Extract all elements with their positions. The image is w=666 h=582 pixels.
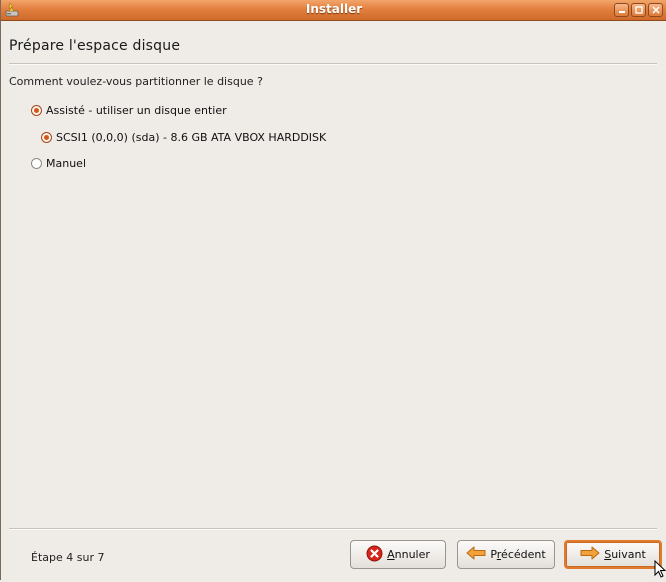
radio-indicator-checked[interactable]	[41, 132, 52, 143]
close-button[interactable]	[648, 3, 663, 17]
maximize-button[interactable]	[631, 3, 646, 17]
maximize-icon	[635, 6, 643, 14]
radio-assisted-label: Assisté - utiliser un disque entier	[46, 104, 227, 117]
cancel-label: Annuler	[387, 548, 430, 561]
minimize-icon	[619, 11, 625, 13]
installer-window: Installer Prépare l'espace disque Commen…	[0, 0, 666, 580]
radio-indicator-checked[interactable]	[31, 105, 42, 116]
step-indicator: Étape 4 sur 7	[31, 551, 105, 564]
radio-assisted[interactable]: Assisté - utiliser un disque entier	[31, 104, 227, 117]
footer-separator	[9, 528, 657, 530]
window-title: Installer	[305, 2, 363, 16]
next-label: Suivant	[604, 548, 646, 561]
radio-indicator-unchecked[interactable]	[31, 158, 42, 169]
title-bar[interactable]: Installer	[1, 0, 666, 21]
header-separator	[9, 63, 657, 65]
back-label: Précédent	[490, 548, 546, 561]
partition-question: Comment voulez-vous partitionner le disq…	[9, 75, 263, 88]
radio-manual[interactable]: Manuel	[31, 157, 86, 170]
next-button[interactable]: Suivant	[564, 540, 662, 569]
minimize-button[interactable]	[614, 3, 629, 17]
mouse-cursor-icon	[654, 559, 666, 582]
cancel-icon	[366, 545, 383, 565]
radio-disk-sda[interactable]: SCSI1 (0,0,0) (sda) - 8.6 GB ATA VBOX HA…	[41, 131, 326, 144]
page-title: Prépare l'espace disque	[9, 38, 181, 54]
close-icon	[652, 6, 660, 14]
back-arrow-icon	[466, 546, 486, 563]
back-button[interactable]: Précédent	[457, 540, 555, 569]
cancel-button[interactable]: Annuler	[350, 540, 446, 569]
forward-arrow-icon	[580, 546, 600, 563]
radio-disk-label: SCSI1 (0,0,0) (sda) - 8.6 GB ATA VBOX HA…	[56, 131, 327, 144]
radio-manual-label: Manuel	[46, 157, 86, 170]
